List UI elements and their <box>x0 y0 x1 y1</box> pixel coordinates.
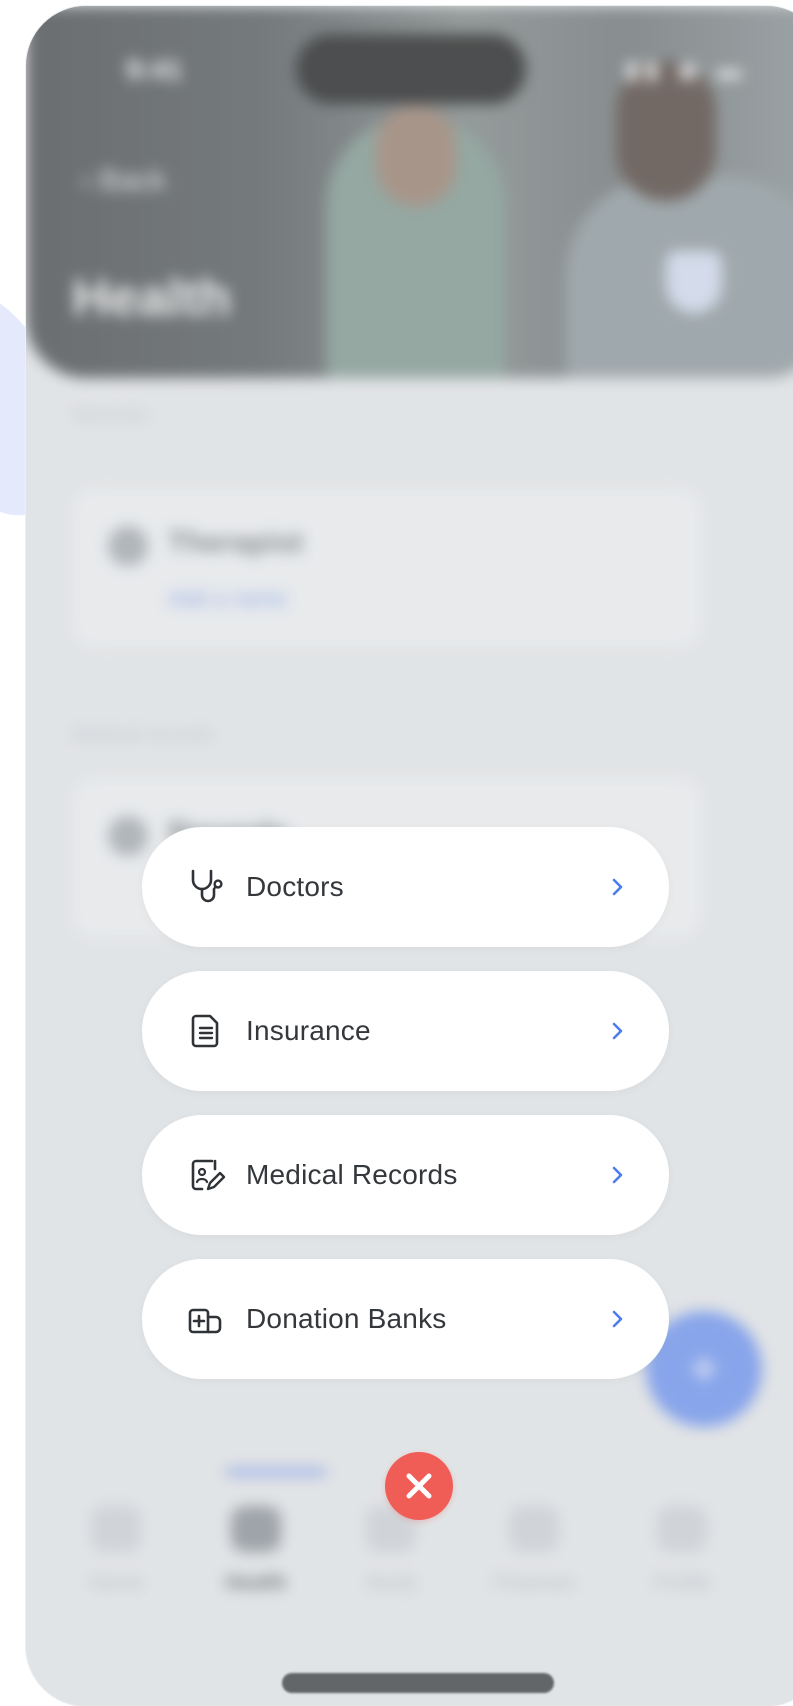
chevron-right-icon <box>612 1166 623 1184</box>
menu-item-label: Donation Banks <box>246 1303 447 1334</box>
chevron-right-icon <box>612 1310 623 1328</box>
document-icon <box>191 1014 219 1048</box>
close-icon <box>406 1473 432 1499</box>
menu-item-label: Medical Records <box>246 1159 458 1190</box>
home-indicator[interactable] <box>282 1673 554 1693</box>
medical-record-edit-icon <box>191 1159 226 1191</box>
menu-item-label: Doctors <box>246 871 344 902</box>
menu-item-insurance[interactable]: Insurance <box>142 971 669 1091</box>
menu-item-medical-records[interactable]: Medical Records <box>142 1115 669 1235</box>
phone-screen: 9:41 ▮▮ ◉ ▬ ‹ Back Health Services Thera… <box>26 6 793 1706</box>
menu-item-doctors[interactable]: Doctors <box>142 827 669 947</box>
menu-item-donation-banks[interactable]: Donation Banks <box>142 1259 669 1379</box>
chevron-right-icon <box>612 1022 623 1040</box>
chevron-right-icon <box>612 878 623 896</box>
menu-item-label: Insurance <box>246 1015 371 1046</box>
close-button[interactable] <box>385 1452 453 1520</box>
medical-bag-icon <box>188 1308 222 1334</box>
stethoscope-icon <box>191 869 223 903</box>
